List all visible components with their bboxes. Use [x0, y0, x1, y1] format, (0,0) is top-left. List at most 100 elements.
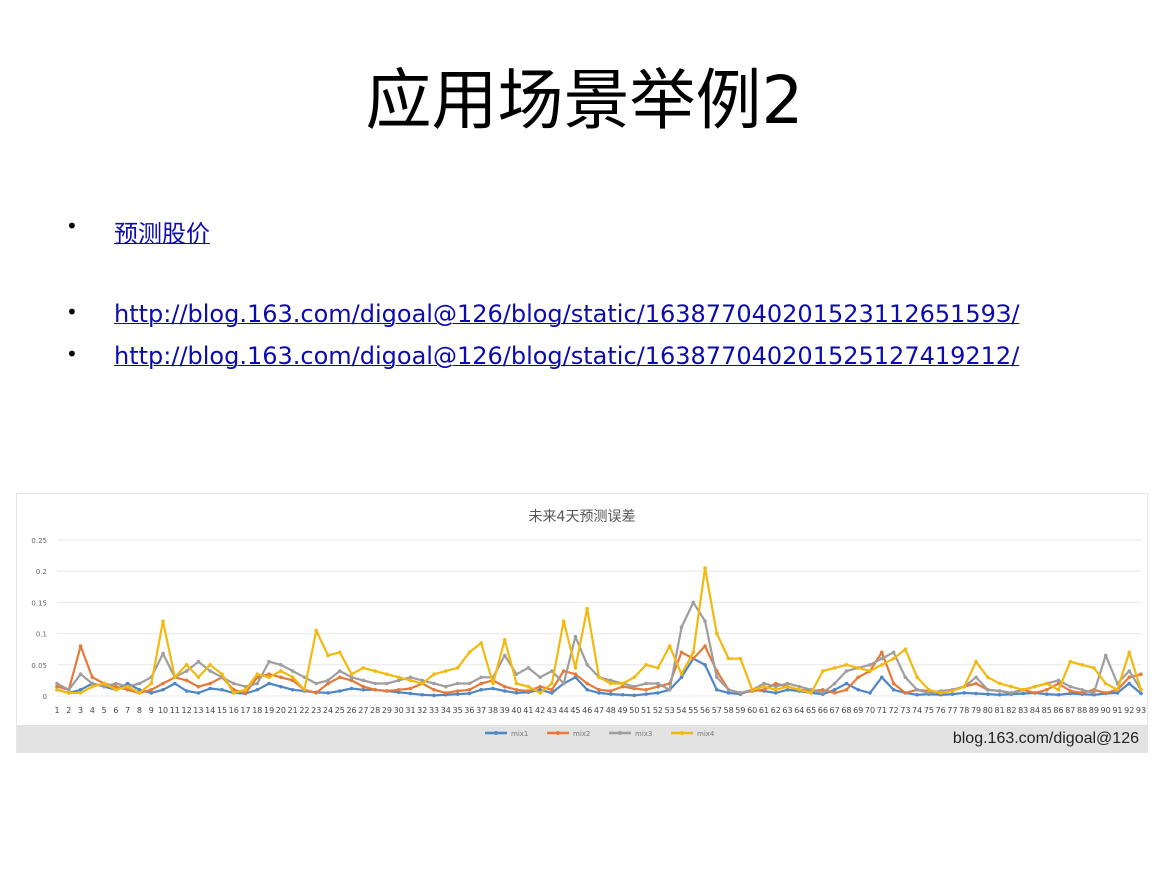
point-mix3 — [915, 687, 919, 692]
point-mix3 — [526, 666, 531, 670]
point-mix3 — [585, 663, 590, 667]
point-mix1 — [514, 691, 519, 695]
point-mix1 — [349, 686, 354, 691]
point-mix3 — [1068, 684, 1073, 689]
point-mix2 — [385, 689, 389, 693]
point-mix3 — [208, 669, 212, 673]
point-mix4 — [267, 675, 271, 680]
link-blog-post-1[interactable]: http://blog.163.com/digoal@126/blog/stat… — [114, 300, 1019, 328]
y-tick-label: 0.2 — [36, 568, 47, 576]
x-tick-label: 18 — [252, 706, 262, 715]
point-mix4 — [1080, 663, 1084, 667]
link-blog-post-2[interactable]: http://blog.163.com/digoal@126/blog/stat… — [114, 342, 1019, 370]
point-mix2 — [1033, 691, 1037, 695]
point-mix1 — [773, 691, 778, 695]
point-mix3 — [255, 681, 260, 686]
point-mix3 — [196, 659, 201, 664]
x-tick-label: 61 — [759, 706, 769, 715]
x-tick-label: 86 — [1053, 706, 1063, 715]
x-tick-label: 72 — [888, 706, 898, 715]
point-mix3 — [868, 663, 872, 667]
point-mix3 — [337, 669, 342, 673]
x-tick-label: 44 — [559, 706, 569, 715]
point-mix2 — [514, 687, 519, 692]
point-mix2 — [703, 644, 707, 648]
point-mix3 — [715, 675, 719, 680]
y-tick-label: 0.25 — [31, 537, 47, 545]
point-mix1 — [125, 681, 130, 686]
y-tick-label: 0.05 — [31, 662, 47, 670]
point-mix4 — [290, 675, 295, 680]
point-mix2 — [161, 681, 165, 686]
point-mix4 — [314, 628, 319, 633]
x-tick-label: 38 — [488, 706, 498, 715]
point-mix3 — [114, 681, 118, 686]
point-mix3 — [502, 653, 507, 658]
x-tick-label: 5 — [102, 706, 107, 715]
point-mix4 — [55, 687, 59, 692]
point-mix2 — [78, 644, 83, 648]
x-tick-label: 54 — [676, 706, 686, 715]
point-mix4 — [408, 678, 413, 683]
point-mix2 — [1139, 672, 1143, 676]
x-tick-label: 10 — [158, 706, 168, 715]
point-mix4 — [938, 691, 943, 695]
point-mix2 — [467, 687, 472, 692]
point-mix3 — [1056, 678, 1061, 683]
x-tick-label: 31 — [405, 706, 415, 715]
x-tick-label: 80 — [983, 706, 993, 715]
point-mix2 — [879, 650, 884, 655]
x-tick-label: 7 — [125, 706, 130, 715]
x-tick-label: 27 — [358, 706, 368, 715]
point-mix4 — [208, 663, 212, 667]
point-mix2 — [620, 684, 625, 689]
x-tick-label: 9 — [149, 706, 154, 715]
bullet-dot: • — [66, 342, 78, 366]
point-mix1 — [608, 692, 613, 696]
point-mix3 — [667, 687, 672, 692]
point-mix1 — [161, 687, 165, 692]
bullet-dot: • — [66, 300, 78, 324]
x-tick-label: 19 — [264, 706, 274, 715]
point-mix3 — [55, 681, 59, 686]
point-mix1 — [408, 691, 413, 696]
point-mix4 — [832, 666, 837, 670]
point-mix2 — [1044, 687, 1049, 692]
point-mix4 — [337, 650, 342, 655]
point-mix4 — [1139, 687, 1143, 692]
point-mix1 — [337, 689, 342, 693]
point-mix1 — [279, 684, 283, 689]
point-mix4 — [844, 663, 849, 667]
point-mix4 — [467, 650, 472, 655]
x-tick-label: 41 — [523, 706, 533, 715]
point-mix4 — [927, 687, 931, 692]
point-mix4 — [78, 691, 83, 695]
point-mix2 — [538, 684, 542, 689]
point-mix1 — [679, 675, 684, 680]
point-mix4 — [125, 684, 130, 689]
error-chart: 未来4天预测误差 0 0.05 0.1 0.15 0.2 0.25 1 2 3 4 5 6 7 8 9 10 1… — [16, 493, 1148, 753]
point-mix1 — [455, 692, 460, 696]
point-mix1 — [1127, 681, 1132, 686]
point-mix4 — [915, 675, 919, 680]
point-mix3 — [161, 651, 165, 656]
x-tick-label: 81 — [995, 706, 1005, 715]
point-mix4 — [1115, 687, 1120, 692]
point-mix1 — [502, 689, 507, 693]
point-mix4 — [891, 656, 896, 661]
point-mix3 — [479, 675, 483, 680]
x-tick-label: 8 — [137, 706, 142, 715]
point-mix3 — [1009, 691, 1014, 695]
point-mix1 — [585, 687, 590, 692]
x-tick-label: 69 — [853, 706, 863, 715]
point-mix2 — [455, 689, 460, 693]
point-mix4 — [785, 684, 790, 689]
link-predict-stock[interactable]: 预测股价 — [114, 214, 210, 249]
point-mix4 — [502, 638, 507, 642]
x-tick-label: 59 — [735, 706, 745, 715]
x-tick-label: 35 — [453, 706, 463, 715]
point-mix1 — [1021, 691, 1025, 696]
point-mix4 — [538, 691, 542, 695]
x-tick-label: 85 — [1042, 706, 1052, 715]
watermark: blog.163.com/digoal@126 — [952, 730, 1139, 747]
